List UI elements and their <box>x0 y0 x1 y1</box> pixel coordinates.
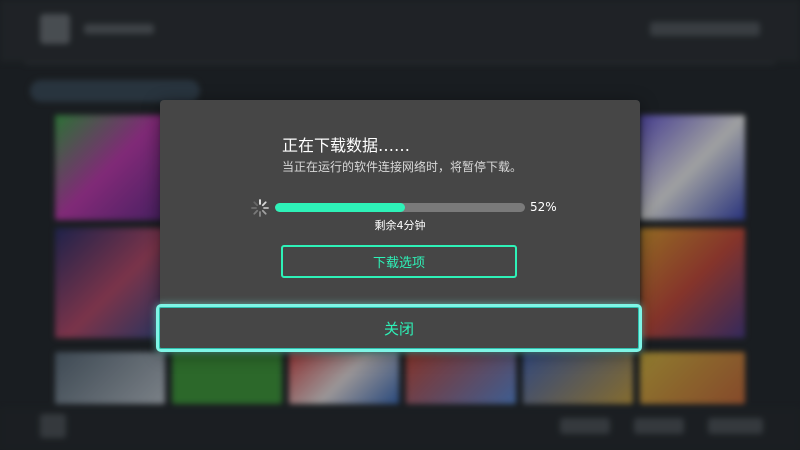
loading-spinner-icon <box>251 199 269 217</box>
close-button[interactable]: 关闭 <box>156 304 642 352</box>
download-time-remaining: 剩余4分钟 <box>374 219 426 232</box>
dialog-title: 正在下载数据…… <box>282 136 411 155</box>
download-progress-percent: 52% <box>530 200 557 214</box>
screen: 正在下载数据…… 当正在运行的软件连接网络时，将暂停下载。 52% 剩余4分钟 … <box>0 0 800 450</box>
download-progress-fill <box>275 203 405 212</box>
download-progress-bar <box>275 203 525 212</box>
dialog-subtitle: 当正在运行的软件连接网络时，将暂停下载。 <box>282 160 523 174</box>
download-options-button[interactable]: 下载选项 <box>281 245 517 278</box>
